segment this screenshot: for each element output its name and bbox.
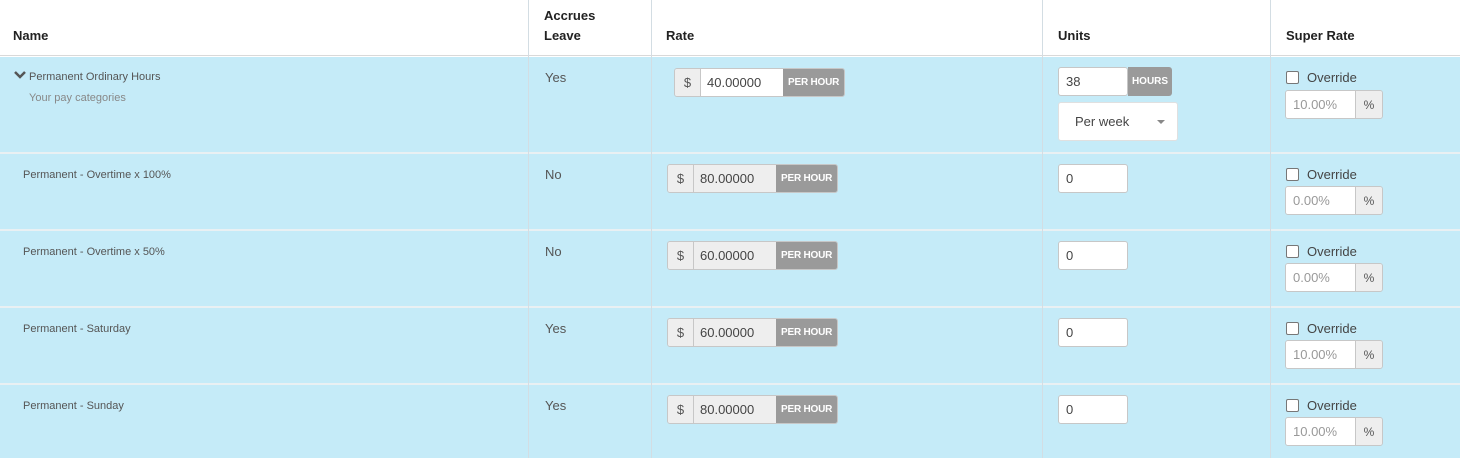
currency-addon: $ <box>668 242 694 269</box>
units-input[interactable]: 0 <box>1058 241 1128 270</box>
column-divider <box>651 0 652 458</box>
rate-input: 80.00000 <box>694 165 776 192</box>
currency-addon: $ <box>668 319 694 346</box>
super-rate-input[interactable]: 0.00% <box>1286 264 1356 291</box>
rate-input[interactable]: 40.00000 <box>701 69 783 96</box>
super-override[interactable]: Override <box>1286 167 1357 182</box>
hours-unit-badge: HOURS <box>1128 67 1172 96</box>
row-accrues: Yes <box>545 321 567 336</box>
header-super-rate: Super Rate <box>1286 28 1355 43</box>
table-row: Permanent - Overtime x 100% No $ 80.0000… <box>0 154 1460 231</box>
percent-addon: % <box>1356 91 1382 118</box>
chevron-down-icon[interactable] <box>14 69 26 81</box>
header-rate: Rate <box>666 28 695 43</box>
row-name: Permanent - Saturday <box>23 323 131 335</box>
override-label: Override <box>1307 321 1357 336</box>
rate-input-group: $ 40.00000 PER HOUR <box>674 68 846 97</box>
units-input[interactable]: 0 <box>1058 395 1128 424</box>
row-name: Permanent - Overtime x 100% <box>23 169 171 181</box>
super-override[interactable]: Override <box>1286 398 1357 413</box>
override-label: Override <box>1307 167 1357 182</box>
super-rate-input[interactable]: 10.00% <box>1286 341 1356 368</box>
super-rate-group: 10.00% % <box>1285 90 1383 119</box>
percent-addon: % <box>1356 187 1382 214</box>
override-label: Override <box>1307 398 1357 413</box>
rate-input-group: $ 80.00000 PER HOUR <box>667 395 839 424</box>
super-override[interactable]: Override <box>1286 321 1357 336</box>
override-checkbox[interactable] <box>1286 322 1299 335</box>
rate-input-group: $ 80.00000 PER HOUR <box>667 164 839 193</box>
rate-unit-badge: PER HOUR <box>776 165 838 192</box>
currency-addon: $ <box>675 69 701 96</box>
row-accrues: Yes <box>545 70 567 85</box>
override-label: Override <box>1307 244 1357 259</box>
super-rate-group: 10.00% % <box>1285 340 1383 369</box>
override-checkbox[interactable] <box>1286 399 1299 412</box>
row-accrues: No <box>545 244 562 259</box>
units-input[interactable]: 0 <box>1058 318 1128 347</box>
super-rate-input[interactable]: 0.00% <box>1286 187 1356 214</box>
row-accrues: Yes <box>545 398 567 413</box>
column-divider <box>1270 0 1271 458</box>
table-header: Name Accrues Leave Rate Units Super Rate <box>0 0 1460 56</box>
super-rate-group: 0.00% % <box>1285 263 1383 292</box>
currency-addon: $ <box>668 165 694 192</box>
caret-down-icon <box>1157 120 1165 124</box>
super-override[interactable]: Override <box>1286 70 1357 85</box>
rate-unit-badge: PER HOUR <box>776 319 838 346</box>
rate-input: 80.00000 <box>694 396 776 423</box>
percent-addon: % <box>1356 341 1382 368</box>
frequency-value: Per week <box>1075 114 1130 129</box>
rate-unit-badge: PER HOUR <box>776 242 838 269</box>
currency-addon: $ <box>668 396 694 423</box>
rate-input: 60.00000 <box>694 319 776 346</box>
header-accrues: Accrues <box>544 8 596 23</box>
column-divider <box>528 0 529 458</box>
override-label: Override <box>1307 70 1357 85</box>
super-override[interactable]: Override <box>1286 244 1357 259</box>
super-rate-group: 10.00% % <box>1285 417 1383 446</box>
row-subtitle: Your pay categories <box>29 92 126 104</box>
override-checkbox[interactable] <box>1286 168 1299 181</box>
override-checkbox[interactable] <box>1286 245 1299 258</box>
header-name: Name <box>13 28 49 43</box>
rate-input-group: $ 60.00000 PER HOUR <box>667 318 839 347</box>
rate-unit-badge: PER HOUR <box>783 69 845 96</box>
header-leave: Leave <box>544 28 581 43</box>
table-row: Permanent - Saturday Yes $ 60.00000 PER … <box>0 308 1460 385</box>
table-row: Permanent - Overtime x 50% No $ 60.00000… <box>0 231 1460 308</box>
table-row: Permanent - Sunday Yes $ 80.00000 PER HO… <box>0 385 1460 458</box>
percent-addon: % <box>1356 264 1382 291</box>
row-name: Permanent - Sunday <box>23 400 124 412</box>
column-divider <box>1042 0 1043 458</box>
rate-input: 60.00000 <box>694 242 776 269</box>
super-rate-input[interactable]: 10.00% <box>1286 418 1356 445</box>
override-checkbox[interactable] <box>1286 71 1299 84</box>
units-input[interactable]: 38 <box>1058 67 1128 96</box>
rate-unit-badge: PER HOUR <box>776 396 838 423</box>
row-name: Permanent - Overtime x 50% <box>23 246 165 258</box>
row-name: Permanent Ordinary Hours <box>29 71 161 83</box>
super-rate-input[interactable]: 10.00% <box>1286 91 1356 118</box>
row-accrues: No <box>545 167 562 182</box>
percent-addon: % <box>1356 418 1382 445</box>
header-units: Units <box>1058 28 1091 43</box>
table-row: Permanent Ordinary Hours Your pay catego… <box>0 57 1460 154</box>
rate-input-group: $ 60.00000 PER HOUR <box>667 241 839 270</box>
frequency-select[interactable]: Per week <box>1058 102 1178 141</box>
units-input[interactable]: 0 <box>1058 164 1128 193</box>
super-rate-group: 0.00% % <box>1285 186 1383 215</box>
